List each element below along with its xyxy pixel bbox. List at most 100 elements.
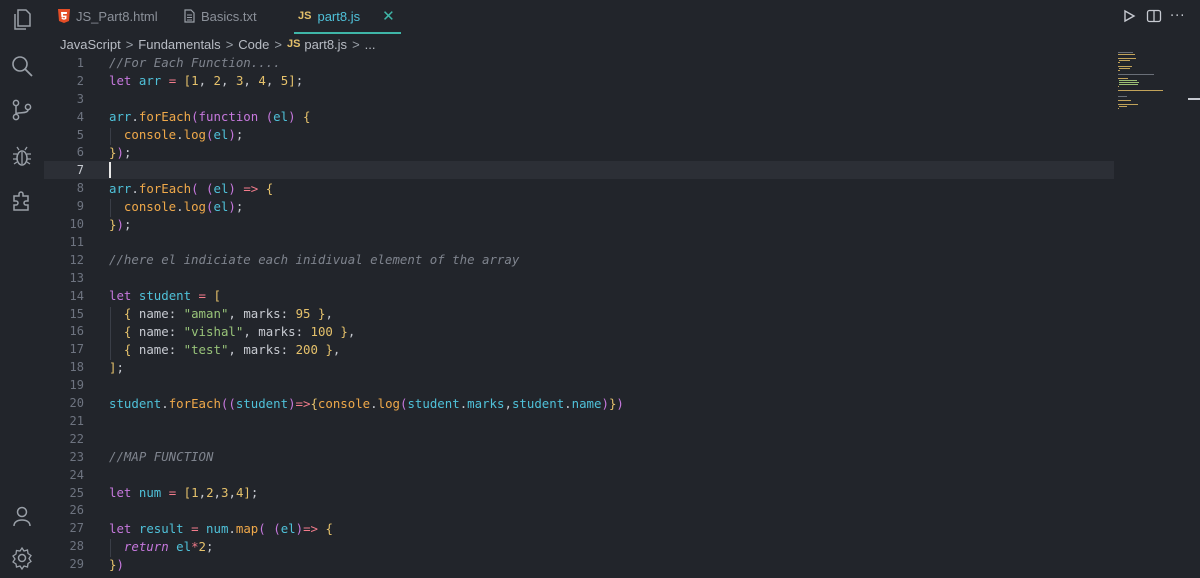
editor-tabs: JS_Part8.html Basics.txt JS part8.js ✕ (44, 0, 1200, 34)
line-number: 13 (69, 270, 84, 285)
tab-part8-js[interactable]: JS part8.js ✕ (294, 0, 401, 34)
code-line[interactable]: 19 (44, 376, 1114, 394)
close-icon[interactable]: ✕ (382, 7, 395, 25)
settings-gear-icon[interactable] (0, 538, 44, 578)
code-text: console.log(el); (123, 127, 244, 143)
code-text: }); (109, 144, 132, 160)
accounts-icon[interactable] (0, 496, 44, 536)
breadcrumb: JavaScript > Fundamentals > Code > JS pa… (60, 34, 376, 54)
run-icon[interactable] (1122, 6, 1136, 26)
code-line[interactable]: 28 return el*2; (44, 537, 1114, 555)
tab-js-part8-html[interactable]: JS_Part8.html (58, 0, 158, 32)
code-line[interactable]: 2 let arr = [1, 2, 3, 4, 5]; (44, 72, 1114, 90)
line-number: 12 (69, 252, 84, 267)
source-control-icon[interactable] (0, 90, 44, 130)
code-line[interactable]: 12 //here el indiciate each inidivual ele… (44, 251, 1114, 269)
code-text: console.log(el); (123, 198, 244, 214)
line-number: 18 (69, 360, 84, 375)
html5-icon (58, 9, 70, 23)
activity-bar (0, 0, 44, 570)
code-line[interactable]: 17 { name: "test", marks: 200 }, (44, 340, 1114, 358)
code-line[interactable]: 23 //MAP FUNCTION (44, 448, 1114, 466)
minimap-line (1118, 74, 1154, 75)
line-number: 14 (69, 288, 84, 303)
minimap-line (1118, 86, 1120, 87)
code-text: { name: "vishal", marks: 100 }, (123, 323, 356, 339)
line-number: 4 (76, 109, 84, 124)
code-line[interactable]: 5 console.log(el); (44, 126, 1114, 144)
code-text: ]; (109, 359, 124, 375)
minimap-line (1118, 66, 1133, 67)
line-number: 11 (69, 234, 84, 249)
breadcrumb-symbols[interactable]: ... (365, 37, 376, 52)
code-text: { name: "test", marks: 200 }, (123, 341, 341, 357)
code-line[interactable]: 18]; (44, 358, 1114, 376)
code-line[interactable]: 13 (44, 269, 1114, 287)
tab-basics-txt[interactable]: Basics.txt (184, 0, 257, 32)
code-editor[interactable]: 1 //For Each Function.... 2 let arr = [1, 2… (44, 54, 1114, 572)
js-file-icon: JS (286, 38, 301, 50)
line-number: 5 (76, 127, 84, 142)
code-line[interactable]: 1 //For Each Function.... (44, 54, 1114, 72)
code-line[interactable]: 21 (44, 412, 1114, 430)
line-number: 28 (69, 539, 84, 554)
explorer-icon[interactable] (0, 0, 44, 40)
scrollbar-position-marker[interactable] (1188, 98, 1200, 100)
code-line[interactable]: 3 (44, 90, 1114, 108)
minimap-line (1119, 68, 1130, 69)
tab-label: part8.js (317, 8, 361, 24)
code-line[interactable]: 29}) (44, 555, 1114, 573)
breadcrumb-code[interactable]: Code (238, 37, 269, 52)
line-number: 20 (69, 396, 84, 411)
code-line[interactable]: 26 (44, 502, 1114, 520)
code-line[interactable]: 6}); (44, 144, 1114, 162)
code-line[interactable]: 8 arr.forEach( (el) => { (44, 179, 1114, 197)
code-text: student.forEach((student)=>{console.log(… (109, 395, 624, 411)
code-line[interactable]: 25 let num = [1,2,3,4]; (44, 484, 1114, 502)
more-actions-icon[interactable]: ··· (1170, 6, 1185, 26)
code-text: let num = [1,2,3,4]; (109, 485, 259, 501)
code-text: //MAP FUNCTION (109, 449, 214, 465)
code-line[interactable]: 14 let student = [ (44, 287, 1114, 305)
code-line[interactable]: 20 student.forEach((student)=>{console.lo… (44, 394, 1114, 412)
code-line[interactable]: 10}); (44, 215, 1114, 233)
breadcrumb-separator: > (125, 36, 134, 52)
search-icon[interactable] (0, 46, 44, 86)
breadcrumb-fundamentals[interactable]: Fundamentals (138, 37, 220, 52)
code-text: let student = [ (109, 288, 221, 304)
code-line[interactable]: 7 (44, 161, 1114, 180)
line-number: 21 (69, 413, 84, 428)
code-line[interactable]: 15 { name: "aman", marks: 95 }, (44, 305, 1114, 323)
run-debug-icon[interactable] (0, 137, 44, 177)
code-text: }); (109, 216, 132, 232)
breadcrumb-separator: > (274, 36, 282, 52)
code-line[interactable]: 16 { name: "vishal", marks: 100 }, (44, 323, 1114, 341)
code-line[interactable]: 4 arr.forEach(function (el) { (44, 108, 1114, 126)
code-line[interactable]: 24 (44, 466, 1114, 484)
line-number: 8 (76, 181, 84, 196)
minimap-line (1118, 70, 1120, 71)
code-line[interactable]: 27 let result = num.map( (el)=> { (44, 519, 1114, 537)
code-line[interactable]: 11 (44, 233, 1114, 251)
code-text: return el*2; (123, 538, 214, 554)
indent-guide (110, 539, 111, 558)
minimap-line (1119, 82, 1140, 83)
line-number: 7 (76, 163, 84, 178)
code-line[interactable]: 9 console.log(el); (44, 197, 1114, 215)
line-number: 9 (76, 199, 84, 214)
line-number: 19 (69, 378, 84, 393)
minimap-line (1118, 90, 1163, 91)
js-file-icon: JS (298, 10, 312, 22)
code-text: arr.forEach(function (el) { (109, 109, 311, 125)
breadcrumb-javascript[interactable]: JavaScript (60, 37, 121, 52)
minimap[interactable] (1118, 52, 1168, 112)
minimap-line (1118, 52, 1133, 53)
indent-guide (110, 306, 111, 361)
minimap-line (1118, 78, 1128, 79)
code-line[interactable]: 22 (44, 430, 1114, 448)
split-editor-icon[interactable] (1146, 6, 1162, 26)
extensions-icon[interactable] (0, 180, 44, 220)
minimap-line (1119, 60, 1130, 61)
breadcrumb-file[interactable]: part8.js (304, 37, 347, 52)
line-number: 25 (69, 485, 84, 500)
